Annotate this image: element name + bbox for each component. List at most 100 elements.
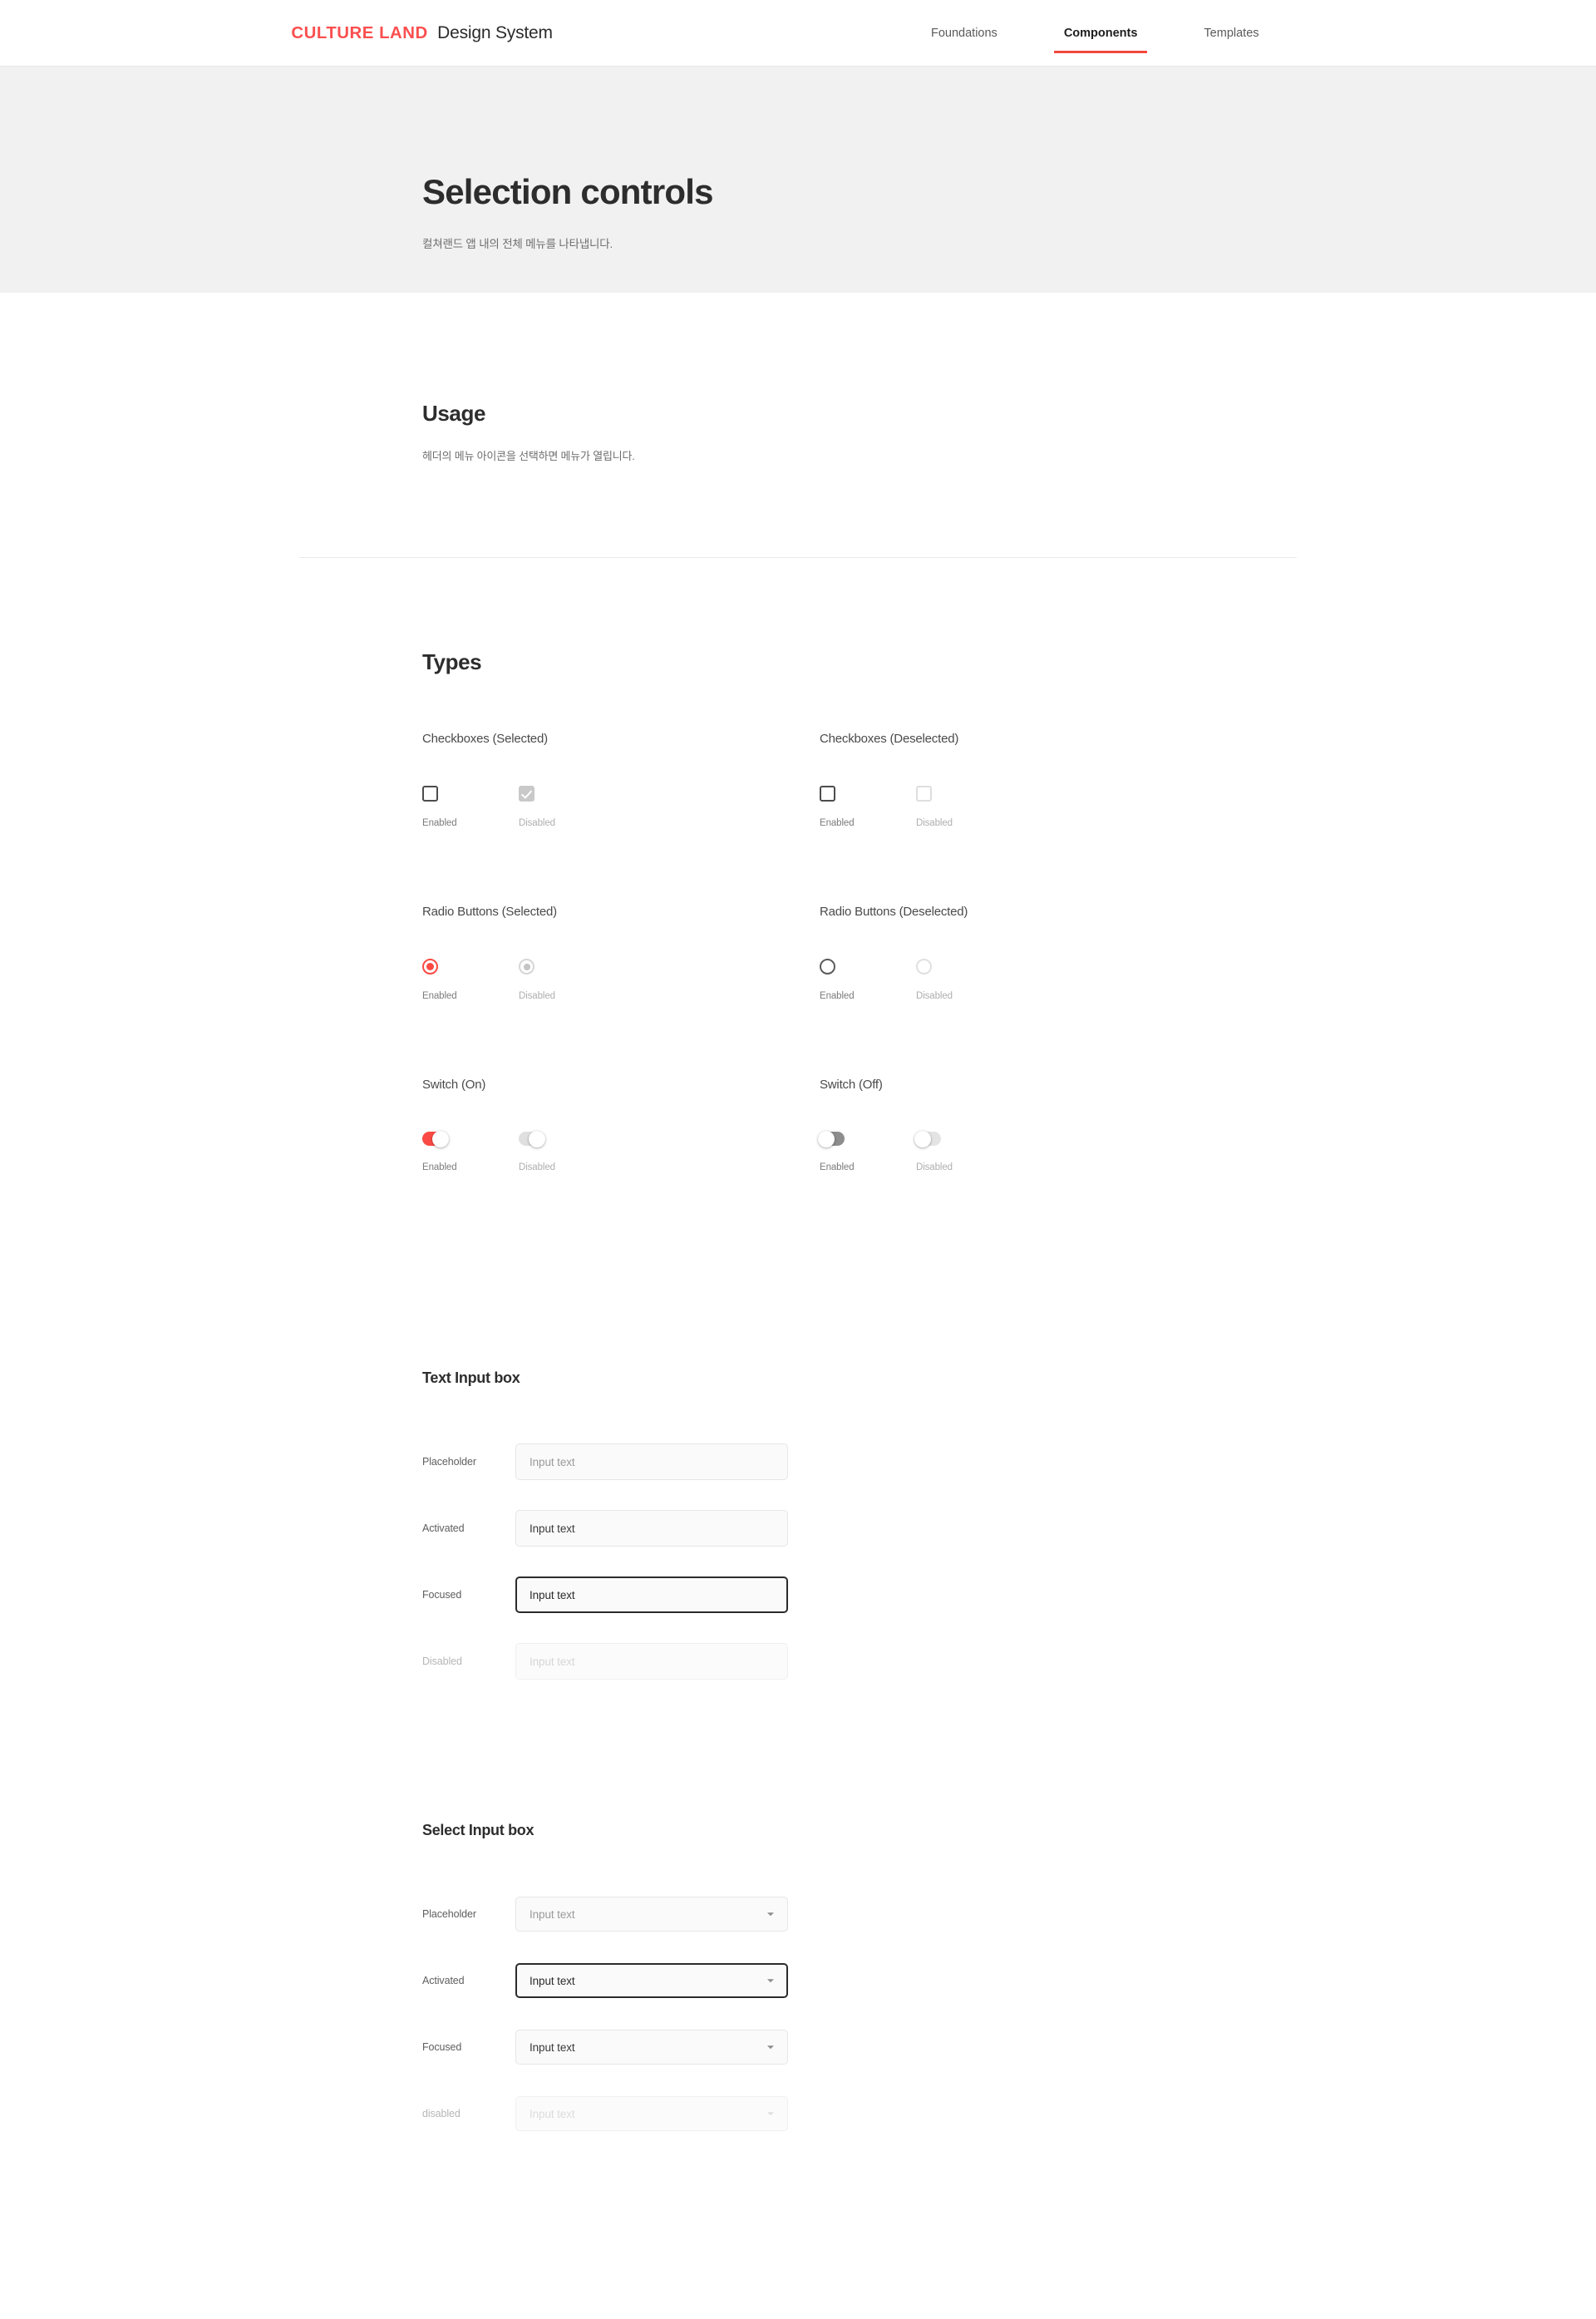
checkbox-checked-icon (519, 786, 534, 802)
group-label: Radio Buttons (Selected) (422, 905, 557, 919)
group-switch-on: Switch (On) Enabled Disabled (422, 1078, 820, 1172)
section-select-input: Select Input box Placeholder Input text … (422, 1710, 1596, 2132)
checkbox-icon (916, 786, 932, 802)
group-checkboxes-deselected: Checkboxes (Deselected) Enabled Disabled (820, 732, 1217, 828)
group-label: Switch (Off) (820, 1078, 883, 1092)
radio-selected-enabled[interactable]: Enabled (422, 959, 519, 1001)
select-input-disabled: Input text (515, 2096, 788, 2131)
state-label: Enabled (422, 818, 457, 828)
usage-description: 헤더의 메뉴 아이콘을 선택하면 메뉴가 열립니다. (422, 450, 635, 462)
switch-on-enabled[interactable]: Enabled (422, 1130, 519, 1172)
chevron-down-icon (766, 2042, 776, 2052)
state-label: Enabled (820, 818, 855, 828)
chevron-down-icon (766, 1909, 776, 1919)
switch-knob (818, 1130, 835, 1147)
state-label: Enabled (422, 991, 457, 1001)
text-input-focused[interactable]: Input text (515, 1576, 788, 1613)
state-label: Enabled (820, 1162, 855, 1172)
types-row-switches: Switch (On) Enabled Disabled Switch (Off (422, 1078, 1303, 1172)
nav-item-templates[interactable]: Templates (1187, 0, 1275, 67)
hero-banner: Selection controls 컬쳐랜드 앱 내의 전체 메뉴를 나타냅니… (0, 67, 1596, 293)
field-label: Activated (422, 1975, 465, 1986)
chevron-down-icon (766, 1976, 776, 1986)
field-row-placeholder: Placeholder Input text (422, 1443, 1596, 1480)
toggle-switch-icon[interactable] (422, 1130, 449, 1147)
field-row-activated: Activated Input text (422, 1510, 1596, 1547)
text-input-disabled: Input text (515, 1643, 788, 1680)
toggle-switch-icon (914, 1130, 941, 1147)
state-label: Disabled (916, 1162, 953, 1172)
main-content: Usage 헤더의 메뉴 아이콘을 선택하면 메뉴가 열립니다. Types C… (0, 293, 1596, 2132)
text-input-field-list: Placeholder Input text Activated Input t… (422, 1443, 1596, 1680)
switch-knob (914, 1130, 931, 1147)
group-label: Checkboxes (Deselected) (820, 732, 959, 746)
switch-off-enabled[interactable]: Enabled (818, 1130, 916, 1172)
select-value: Input text (530, 2040, 575, 2054)
section-usage: Usage 헤더의 메뉴 아이콘을 선택하면 메뉴가 열립니다. (299, 293, 1596, 558)
checkbox-deselected-enabled[interactable]: Enabled (820, 786, 916, 828)
section-types: Types Checkboxes (Selected) Enabled Disa… (422, 558, 1596, 1172)
state-label: Disabled (519, 1162, 555, 1172)
checkbox-icon[interactable] (820, 786, 835, 802)
types-grid: Checkboxes (Selected) Enabled Disabled C (422, 732, 1303, 1172)
field-label: Focused (422, 1589, 462, 1601)
group-radios-selected: Radio Buttons (Selected) Enabled Disable… (422, 905, 820, 1001)
group-label: Checkboxes (Selected) (422, 732, 548, 746)
field-label: Placeholder (422, 1908, 476, 1920)
select-input-placeholder[interactable]: Input text (515, 1897, 788, 1932)
text-input-placeholder[interactable]: Input text (515, 1443, 788, 1480)
radio-icon[interactable] (422, 959, 438, 974)
select-input-heading: Select Input box (422, 1822, 534, 1838)
main-nav: Foundations Components Templates (914, 0, 1276, 67)
control-row: Enabled Disabled (818, 1130, 1217, 1172)
chevron-down-icon (766, 2109, 776, 2119)
select-input-activated[interactable]: Input text (515, 1963, 788, 1998)
select-row-activated: Activated Input text (422, 1962, 1596, 1999)
nav-item-components[interactable]: Components (1047, 0, 1155, 67)
switch-knob (529, 1130, 545, 1147)
field-label: Focused (422, 2041, 462, 2053)
select-value: Input text (530, 1907, 575, 1921)
section-text-input: Text Input box Placeholder Input text Ac… (422, 1249, 1596, 1680)
select-row-disabled: disabled Input text (422, 2095, 1596, 2132)
control-row: Enabled Disabled (820, 786, 1217, 828)
radio-deselected-disabled: Disabled (916, 959, 953, 1001)
state-label: Disabled (519, 991, 555, 1001)
switch-on-disabled: Disabled (519, 1130, 555, 1172)
select-row-focused: Focused Input text (422, 2029, 1596, 2065)
control-row: Enabled Disabled (422, 786, 820, 828)
state-label: Enabled (820, 991, 855, 1001)
usage-heading: Usage (422, 401, 486, 426)
types-heading: Types (422, 649, 482, 674)
select-value: Input text (530, 2107, 575, 2120)
radio-icon (916, 959, 932, 974)
radio-icon (519, 959, 534, 974)
select-input-focused[interactable]: Input text (515, 2030, 788, 2065)
state-label: Disabled (916, 818, 953, 828)
page-title: Selection controls (422, 172, 713, 211)
radio-selected-disabled: Disabled (519, 959, 555, 1001)
nav-item-foundations[interactable]: Foundations (914, 0, 1014, 67)
checkbox-icon[interactable] (422, 786, 438, 802)
group-label: Switch (On) (422, 1078, 486, 1092)
select-input-field-list: Placeholder Input text Activated Input t… (422, 1896, 1596, 2132)
field-row-focused: Focused Input text (422, 1576, 1596, 1613)
checkbox-selected-disabled: Disabled (519, 786, 555, 828)
text-input-activated[interactable]: Input text (515, 1510, 788, 1547)
field-row-disabled: Disabled Input text (422, 1643, 1596, 1680)
checkbox-selected-enabled[interactable]: Enabled (422, 786, 519, 828)
state-label: Disabled (519, 818, 555, 828)
toggle-switch-icon (519, 1130, 545, 1147)
types-row-radios: Radio Buttons (Selected) Enabled Disable… (422, 905, 1303, 1001)
field-label: disabled (422, 2108, 461, 2119)
control-row: Enabled Disabled (422, 959, 820, 1001)
switch-knob (432, 1130, 449, 1147)
control-row: Enabled Disabled (422, 1130, 820, 1172)
page-subtitle: 컬쳐랜드 앱 내의 전체 메뉴를 나타냅니다. (422, 238, 613, 251)
radio-deselected-enabled[interactable]: Enabled (820, 959, 916, 1001)
group-checkboxes-selected: Checkboxes (Selected) Enabled Disabled (422, 732, 820, 828)
brand[interactable]: CULTURE LAND Design System (291, 23, 553, 43)
radio-icon[interactable] (820, 959, 835, 974)
types-row-checkboxes: Checkboxes (Selected) Enabled Disabled C (422, 732, 1303, 828)
toggle-switch-icon[interactable] (818, 1130, 845, 1147)
